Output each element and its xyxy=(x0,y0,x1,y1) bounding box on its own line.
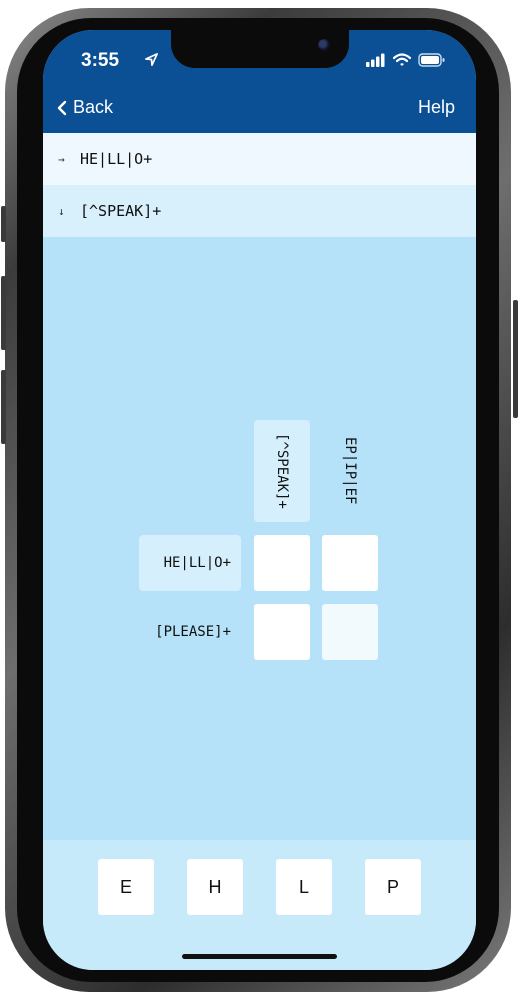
clue-row-down[interactable]: ↓ [^SPEAK]+ xyxy=(43,185,476,237)
wifi-icon xyxy=(393,53,411,66)
column-clue-1[interactable]: [^SPEAK]+ xyxy=(254,420,310,522)
clue-text: HE|LL|O+ xyxy=(80,150,153,168)
home-indicator[interactable] xyxy=(182,954,337,959)
battery-icon xyxy=(418,53,445,67)
chevron-left-icon xyxy=(57,100,67,115)
key-l[interactable]: L xyxy=(276,859,332,915)
back-label: Back xyxy=(73,97,114,117)
row-clue-1[interactable]: HE|LL|O+ xyxy=(139,535,241,591)
grid-cell-r1c2[interactable] xyxy=(322,535,378,591)
row-clue-text: HE|LL|O+ xyxy=(163,555,231,571)
column-clue-2[interactable]: EP|IP|EF xyxy=(322,420,378,522)
row-clue-2[interactable]: [PLEASE]+ xyxy=(139,604,241,660)
screen: 3:55 Back Help → HE|LL|O+ ↓ [^SPEAK]+ [^… xyxy=(43,30,476,970)
key-p[interactable]: P xyxy=(365,859,421,915)
volume-up-button xyxy=(1,276,6,350)
silent-switch xyxy=(1,206,6,242)
help-button[interactable]: Help xyxy=(418,97,455,118)
clue-row-across[interactable]: → HE|LL|O+ xyxy=(43,133,476,185)
key-h[interactable]: H xyxy=(187,859,243,915)
top-bar: 3:55 Back Help xyxy=(43,30,476,133)
back-button[interactable]: Back xyxy=(57,97,113,118)
volume-down-button xyxy=(1,370,6,444)
arrow-right-icon: → xyxy=(58,152,65,166)
power-button xyxy=(513,300,518,418)
status-time: 3:55 xyxy=(81,50,120,71)
arrow-down-icon: ↓ xyxy=(58,204,65,218)
row-clue-text: [PLEASE]+ xyxy=(155,624,231,640)
signal-icon xyxy=(366,53,385,67)
status-icons xyxy=(366,52,446,68)
clue-text: [^SPEAK]+ xyxy=(80,202,162,220)
letter-keyboard: E H L P xyxy=(43,840,476,970)
location-arrow-icon xyxy=(145,53,158,66)
grid-cell-r1c1[interactable] xyxy=(254,535,310,591)
grid-cell-r2c2[interactable] xyxy=(322,604,378,660)
column-clue-text: EP|IP|EF xyxy=(342,437,358,505)
front-camera xyxy=(318,39,330,51)
column-clue-text: [^SPEAK]+ xyxy=(274,433,290,509)
grid-cell-r2c1[interactable] xyxy=(254,604,310,660)
key-e[interactable]: E xyxy=(98,859,154,915)
notch xyxy=(171,30,349,68)
